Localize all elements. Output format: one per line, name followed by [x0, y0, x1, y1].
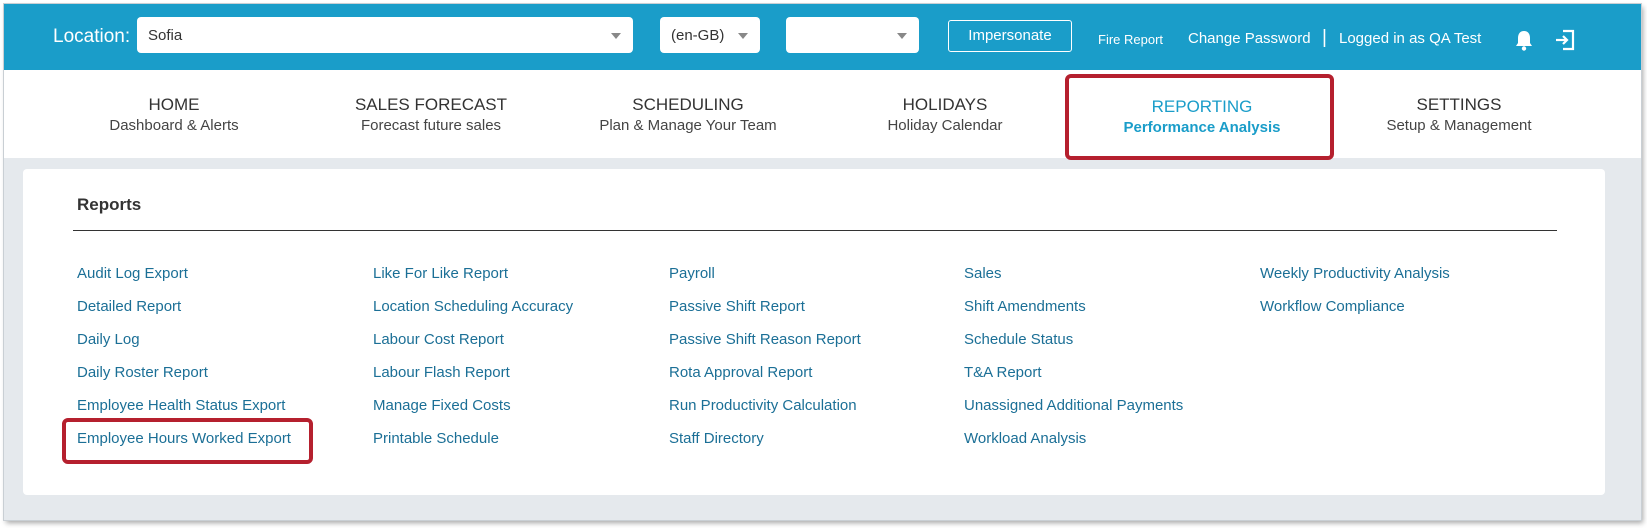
app-window: Location: Sofia (en-GB) Impersonate Fire…	[4, 4, 1641, 520]
report-link-passive-shift-report[interactable]: Passive Shift Report	[669, 298, 861, 331]
change-password-link[interactable]: Change Password	[1188, 30, 1311, 48]
nav-title: REPORTING	[1151, 97, 1253, 116]
impersonate-button[interactable]: Impersonate	[948, 20, 1072, 52]
report-link-audit-log-export[interactable]: Audit Log Export	[77, 265, 291, 298]
report-link-workflow-compliance[interactable]: Workflow Compliance	[1260, 298, 1450, 331]
location-select[interactable]: Sofia	[137, 17, 633, 53]
report-link-run-productivity-calculation[interactable]: Run Productivity Calculation	[669, 397, 861, 430]
report-link-labour-cost-report[interactable]: Labour Cost Report	[373, 331, 573, 364]
report-link-unassigned-additional-payments[interactable]: Unassigned Additional Payments	[964, 397, 1183, 430]
nav-subtitle: Plan & Manage Your Team	[599, 117, 777, 134]
chevron-down-icon	[738, 33, 748, 39]
nav-subtitle: Setup & Management	[1386, 117, 1532, 134]
nav-title: SCHEDULING	[632, 95, 744, 114]
report-link-location-scheduling-accuracy[interactable]: Location Scheduling Accuracy	[373, 298, 573, 331]
nav-holidays[interactable]: HOLIDAYS Holiday Calendar	[817, 70, 1073, 158]
location-select-value: Sofia	[148, 27, 183, 44]
nav-title: HOLIDAYS	[902, 95, 988, 114]
reports-column-1: Audit Log Export Detailed Report Daily L…	[77, 265, 291, 463]
report-link-daily-roster-report[interactable]: Daily Roster Report	[77, 364, 291, 397]
reports-column-5: Weekly Productivity Analysis Workflow Co…	[1260, 265, 1450, 331]
reports-column-2: Like For Like Report Location Scheduling…	[373, 265, 573, 463]
logged-in-user: Logged in as QA Test	[1339, 30, 1482, 47]
main-nav: HOME Dashboard & Alerts SALES FORECAST F…	[4, 70, 1641, 158]
logout-icon[interactable]	[1554, 29, 1576, 51]
reports-title: Reports	[77, 195, 142, 214]
report-link-workload-analysis[interactable]: Workload Analysis	[964, 430, 1183, 463]
bell-icon[interactable]	[1514, 29, 1534, 51]
report-link-sales[interactable]: Sales	[964, 265, 1183, 298]
report-link-like-for-like-report[interactable]: Like For Like Report	[373, 265, 573, 298]
report-link-weekly-productivity-analysis[interactable]: Weekly Productivity Analysis	[1260, 265, 1450, 298]
top-bar: Location: Sofia (en-GB) Impersonate Fire…	[4, 4, 1641, 70]
nav-subtitle: Performance Analysis	[1123, 119, 1281, 136]
language-select-value: (en-GB)	[671, 27, 725, 44]
report-link-shift-amendments[interactable]: Shift Amendments	[964, 298, 1183, 331]
chevron-down-icon	[611, 33, 621, 39]
report-link-printable-schedule[interactable]: Printable Schedule	[373, 430, 573, 463]
nav-scheduling[interactable]: SCHEDULING Plan & Manage Your Team	[560, 70, 816, 158]
report-link-manage-fixed-costs[interactable]: Manage Fixed Costs	[373, 397, 573, 430]
nav-home[interactable]: HOME Dashboard & Alerts	[46, 70, 302, 158]
nav-subtitle: Forecast future sales	[360, 117, 502, 134]
report-link-staff-directory[interactable]: Staff Directory	[669, 430, 861, 463]
nav-title: SETTINGS	[1416, 95, 1502, 114]
report-link-employee-health-status-export[interactable]: Employee Health Status Export	[77, 397, 291, 430]
chevron-down-icon	[897, 33, 907, 39]
report-link-rota-approval-report[interactable]: Rota Approval Report	[669, 364, 861, 397]
secondary-select[interactable]	[786, 17, 919, 53]
report-link-labour-flash-report[interactable]: Labour Flash Report	[373, 364, 573, 397]
nav-title: HOME	[148, 95, 200, 114]
location-label: Location:	[53, 26, 131, 47]
report-link-schedule-status[interactable]: Schedule Status	[964, 331, 1183, 364]
report-link-employee-hours-worked-export[interactable]: Employee Hours Worked Export	[77, 430, 291, 463]
nav-settings[interactable]: SETTINGS Setup & Management	[1331, 70, 1587, 158]
report-link-passive-shift-reason-report[interactable]: Passive Shift Reason Report	[669, 331, 861, 364]
nav-reporting[interactable]: REPORTING Performance Analysis	[1074, 70, 1330, 158]
report-link-payroll[interactable]: Payroll	[669, 265, 861, 298]
nav-subtitle: Dashboard & Alerts	[109, 117, 239, 134]
nav-sales-forecast[interactable]: SALES FORECAST Forecast future sales	[303, 70, 559, 158]
topbar-separator: |	[1322, 27, 1327, 48]
language-select[interactable]: (en-GB)	[660, 17, 760, 53]
reports-column-4: Sales Shift Amendments Schedule Status T…	[964, 265, 1183, 463]
report-link-ta-report[interactable]: T&A Report	[964, 364, 1183, 397]
fire-report-link[interactable]: Fire Report	[1098, 31, 1163, 49]
divider	[73, 230, 1557, 231]
reports-card: Reports Audit Log Export Detailed Report…	[23, 169, 1605, 495]
report-link-daily-log[interactable]: Daily Log	[77, 331, 291, 364]
nav-subtitle: Holiday Calendar	[887, 117, 1003, 134]
report-link-detailed-report[interactable]: Detailed Report	[77, 298, 291, 331]
reports-column-3: Payroll Passive Shift Report Passive Shi…	[669, 265, 861, 463]
nav-title: SALES FORECAST	[354, 95, 508, 114]
